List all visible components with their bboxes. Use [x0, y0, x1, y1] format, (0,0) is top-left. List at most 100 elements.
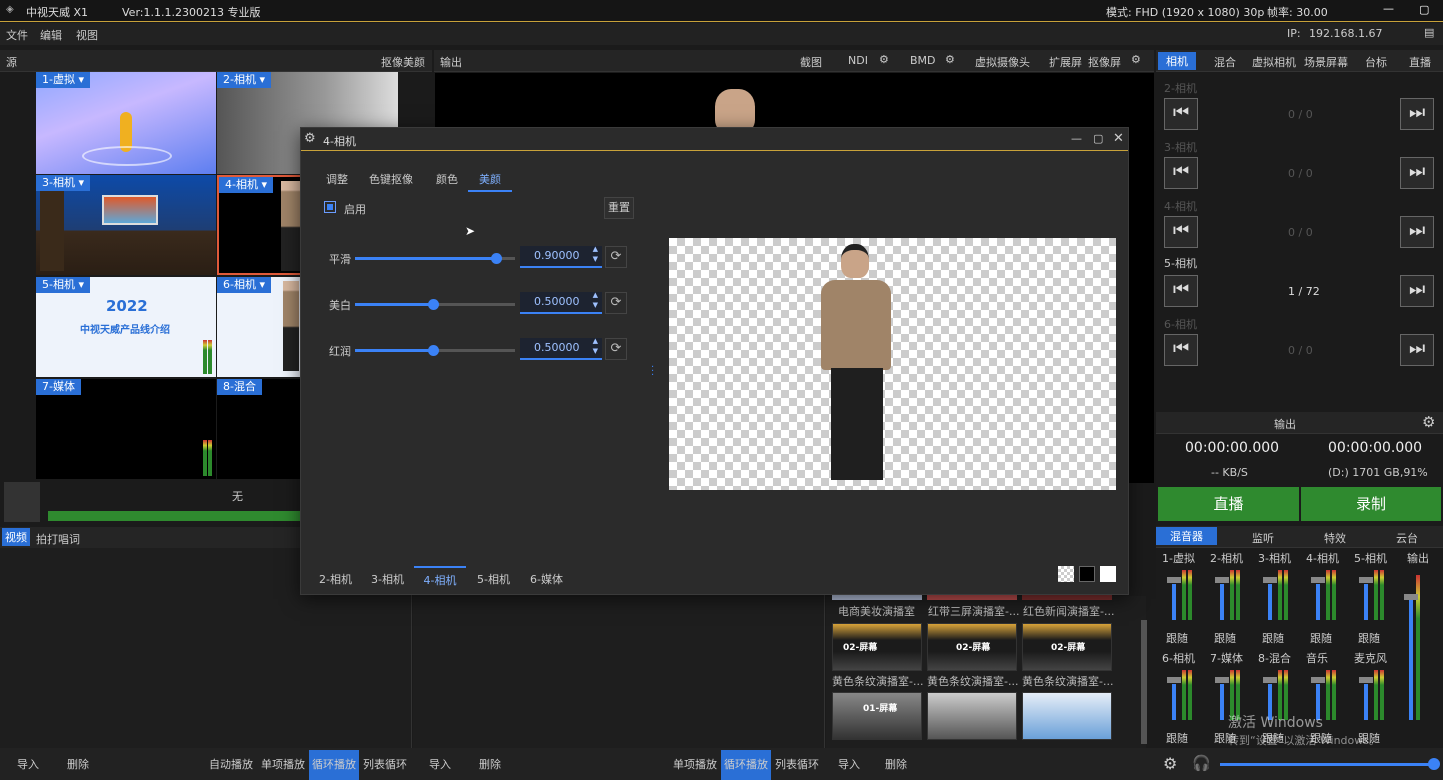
ruddy-spinbox[interactable]: 0.50000 ▲ ▼	[520, 336, 602, 360]
tab-beauty[interactable]: 美颜	[468, 171, 512, 192]
enable-checkbox[interactable]	[324, 201, 336, 213]
key-screen-button[interactable]: 抠像屏	[1088, 54, 1121, 70]
menu-edit[interactable]: 编辑	[40, 27, 62, 43]
bg-checker-swatch[interactable]	[1058, 566, 1074, 582]
channel-mode[interactable]: 跟随	[1166, 630, 1188, 646]
key-screen-settings-icon[interactable]: ⚙	[1131, 53, 1141, 66]
delete-button[interactable]: 删除	[876, 750, 916, 780]
ndi-button[interactable]: NDI	[848, 54, 868, 67]
tile-label[interactable]: 1-虚拟 ▾	[36, 72, 90, 88]
tab-scene-screen[interactable]: 场景屏幕	[1304, 54, 1348, 70]
whiten-slider[interactable]	[355, 299, 515, 310]
record-button[interactable]: 录制	[1301, 487, 1441, 521]
next-icon[interactable]: ⏭	[1400, 98, 1434, 130]
refresh-icon[interactable]: ⟳	[605, 246, 627, 268]
mixer-settings-icon[interactable]: ⚙	[1163, 754, 1177, 773]
channel-mode[interactable]: 跟随	[1358, 630, 1380, 646]
channel-fader[interactable]	[1172, 584, 1176, 620]
camera-tab-2[interactable]: 2-相机	[319, 571, 352, 587]
splitter-handle-icon[interactable]: · · ·	[651, 363, 654, 381]
prev-icon[interactable]: ⏮	[1164, 216, 1198, 248]
tile-label[interactable]: 2-相机 ▾	[217, 72, 271, 88]
loop-play-button[interactable]: 循环播放	[309, 750, 359, 780]
list-loop-button[interactable]: 列表循环	[360, 750, 410, 780]
layout-icon[interactable]: ▤	[1424, 26, 1434, 39]
tab-mix[interactable]: 混合	[1214, 54, 1236, 70]
tab-beat-lyrics[interactable]: 拍打唱词	[36, 531, 80, 547]
channel-fader-knob[interactable]	[1359, 677, 1373, 683]
tab-color[interactable]: 颜色	[436, 171, 458, 187]
tab-monitor[interactable]: 监听	[1252, 530, 1274, 546]
delete-button[interactable]: 删除	[470, 750, 510, 780]
channel-fader-knob[interactable]	[1167, 677, 1181, 683]
tile-label[interactable]: 4-相机 ▾	[219, 177, 273, 193]
virtual-camera-button[interactable]: 虚拟摄像头	[975, 54, 1030, 70]
channel-fader-knob[interactable]	[1263, 677, 1277, 683]
tab-logo[interactable]: 台标	[1365, 54, 1387, 70]
spin-arrows-icon[interactable]: ▲ ▼	[593, 244, 598, 264]
bg-black-swatch[interactable]	[1079, 566, 1095, 582]
output-settings-icon[interactable]: ⚙	[1422, 413, 1435, 431]
bmd-button[interactable]: BMD	[910, 54, 936, 67]
tile-label[interactable]: 8-混合	[217, 379, 262, 395]
transition-thumb[interactable]	[4, 482, 40, 522]
channel-fader-knob[interactable]	[1311, 577, 1325, 583]
scene-scrollbar[interactable]	[1141, 620, 1147, 744]
single-play-button[interactable]: 单项播放	[258, 750, 308, 780]
tab-mixer[interactable]: 混音器	[1156, 527, 1217, 545]
tab-camera[interactable]: 相机	[1158, 52, 1196, 70]
channel-mode[interactable]: 跟随	[1310, 630, 1332, 646]
tab-effects[interactable]: 特效	[1324, 530, 1346, 546]
transition-progress[interactable]	[48, 511, 300, 521]
ndi-settings-icon[interactable]: ⚙	[879, 53, 889, 66]
source-tile-7[interactable]: 7-媒体	[36, 379, 216, 479]
channel-fader-knob[interactable]	[1311, 677, 1325, 683]
single-play-button[interactable]: 单项播放	[670, 750, 720, 780]
maximize-icon[interactable]: ▢	[1419, 3, 1429, 16]
spin-arrows-icon[interactable]: ▲ ▼	[593, 290, 598, 310]
whiten-spinbox[interactable]: 0.50000 ▲ ▼	[520, 290, 602, 314]
minimize-icon[interactable]: —	[1383, 2, 1394, 15]
tab-adjust[interactable]: 调整	[326, 171, 348, 187]
next-icon[interactable]: ⏭	[1400, 334, 1434, 366]
scene-thumb[interactable]: 02-屏幕	[927, 623, 1017, 671]
camera-tab-5[interactable]: 5-相机	[477, 571, 510, 587]
live-button[interactable]: 直播	[1158, 487, 1299, 521]
scene-thumb[interactable]: 02-屏幕	[832, 623, 922, 671]
monitor-volume-slider[interactable]	[1220, 763, 1430, 766]
source-tile-1[interactable]: 1-虚拟 ▾	[36, 72, 216, 174]
scene-thumb[interactable]: 02-屏幕	[1022, 623, 1112, 671]
reset-button[interactable]: 重置	[604, 197, 634, 219]
bg-white-swatch[interactable]	[1100, 566, 1116, 582]
tile-label[interactable]: 7-媒体	[36, 379, 81, 395]
extend-screen-button[interactable]: 扩展屏	[1049, 54, 1082, 70]
ruddy-slider[interactable]	[355, 345, 515, 356]
delete-button[interactable]: 删除	[58, 750, 98, 780]
spin-arrows-icon[interactable]: ▲ ▼	[593, 336, 598, 356]
channel-fader-knob[interactable]	[1359, 577, 1373, 583]
channel-fader-knob[interactable]	[1215, 677, 1229, 683]
channel-fader-knob[interactable]	[1215, 577, 1229, 583]
bmd-settings-icon[interactable]: ⚙	[945, 53, 955, 66]
channel-fader[interactable]	[1316, 584, 1320, 620]
channel-mode[interactable]: 跟随	[1166, 730, 1188, 746]
next-icon[interactable]: ⏭	[1400, 275, 1434, 307]
prev-icon[interactable]: ⏮	[1164, 334, 1198, 366]
loop-play-button[interactable]: 循环播放	[721, 750, 771, 780]
dialog-maximize-icon[interactable]: ▢	[1093, 132, 1103, 145]
channel-fader-knob[interactable]	[1263, 577, 1277, 583]
master-fader-knob[interactable]	[1404, 594, 1418, 600]
scene-thumb[interactable]	[1022, 692, 1112, 740]
headphones-icon[interactable]: 🎧	[1192, 754, 1211, 772]
tile-label[interactable]: 5-相机 ▾	[36, 277, 90, 293]
import-button[interactable]: 导入	[420, 750, 460, 780]
screenshot-button[interactable]: 截图	[800, 54, 822, 70]
slider-knob[interactable]	[491, 253, 502, 264]
channel-fader[interactable]	[1220, 684, 1224, 720]
monitor-volume-knob[interactable]	[1428, 758, 1440, 770]
list-loop-button[interactable]: 列表循环	[772, 750, 822, 780]
tab-virtual-camera[interactable]: 虚拟相机	[1252, 54, 1296, 70]
scene-thumb[interactable]	[927, 692, 1017, 740]
tab-chroma-key[interactable]: 色键抠像	[369, 171, 413, 187]
dialog-close-icon[interactable]: ✕	[1113, 131, 1124, 146]
